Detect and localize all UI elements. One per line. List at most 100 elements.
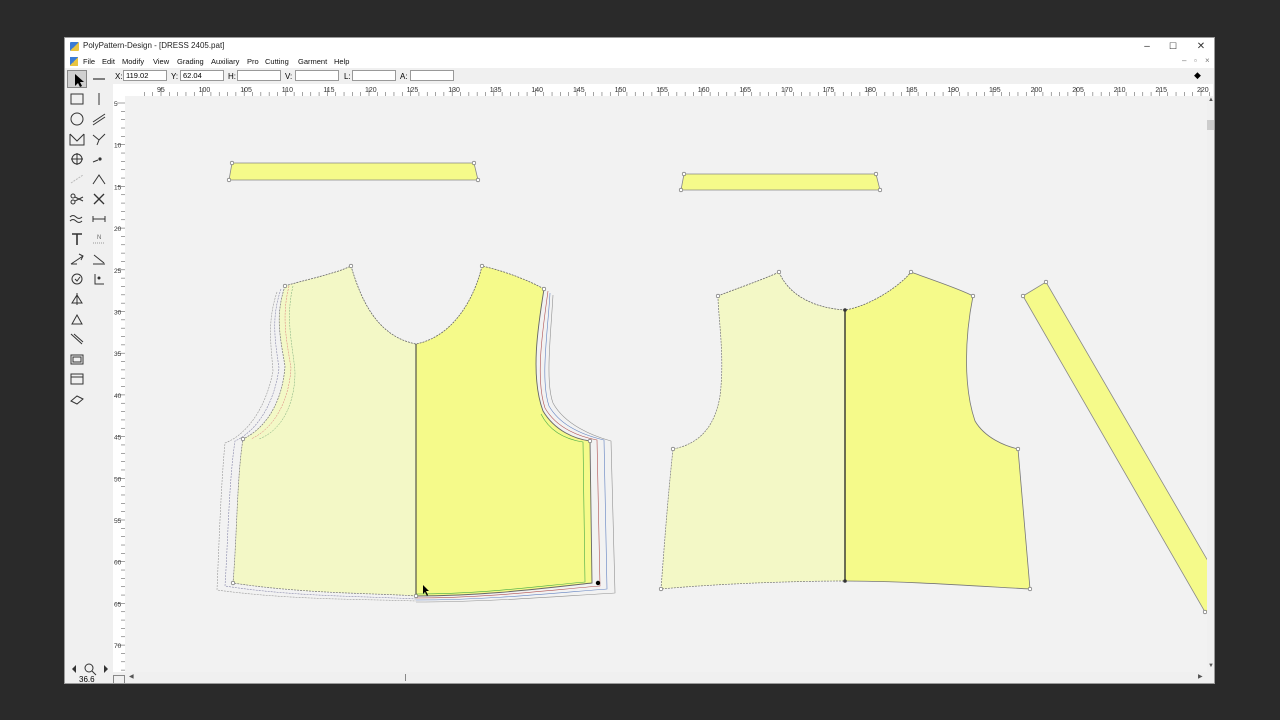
text-icon[interactable] (67, 230, 87, 248)
ruler-icon[interactable] (67, 350, 87, 368)
arrow-icon[interactable] (67, 70, 87, 88)
minimize-button[interactable]: – (1134, 39, 1160, 54)
menu-help[interactable]: Help (334, 57, 349, 66)
vertical-scrollbar[interactable]: ▲ ▼ (1207, 96, 1214, 672)
window-title: PolyPattern-Design - [DRESS 2405.pat] (83, 41, 225, 50)
align-icon[interactable] (89, 270, 109, 288)
scroll-right-icon[interactable]: ▶ (1198, 673, 1203, 680)
v-ruler-label: 70 (114, 643, 122, 650)
close-button[interactable]: ✕ (1188, 39, 1214, 54)
mdi-restore-icon[interactable]: ▫ (1194, 56, 1197, 65)
l-input[interactable] (352, 70, 396, 81)
menu-file[interactable]: File (83, 57, 95, 66)
dart-icon[interactable] (67, 130, 87, 148)
waistband-piece-right[interactable] (678, 171, 883, 193)
h-ruler-label: 165 (739, 87, 751, 94)
h-ruler-label: 145 (573, 87, 585, 94)
coordinate-bar: X: 119.02 Y: 62.04 H: V: L: A: ◆ (114, 69, 1214, 83)
corner-icon[interactable] (89, 170, 109, 188)
circle-icon[interactable] (67, 110, 87, 128)
menu-cutting[interactable]: Cutting (265, 57, 289, 66)
line-icon[interactable] (89, 70, 109, 88)
y-input[interactable]: 62.04 (180, 70, 224, 81)
v-input[interactable] (295, 70, 339, 81)
h-ruler-label: 195 (989, 87, 1001, 94)
menu-auxiliary[interactable]: Auxiliary (211, 57, 239, 66)
fold-icon[interactable] (67, 310, 87, 328)
layer-icon[interactable] (67, 390, 87, 408)
scissors-icon[interactable] (67, 190, 87, 208)
menu-modify[interactable]: Modify (122, 57, 144, 66)
h-ruler-label: 220 (1197, 87, 1209, 94)
point-icon[interactable] (67, 150, 87, 168)
mirror-icon[interactable] (67, 290, 87, 308)
h-ruler-label: 115 (323, 87, 334, 94)
x-input[interactable]: 119.02 (123, 70, 167, 81)
menu-edit[interactable]: Edit (102, 57, 115, 66)
piece-icon[interactable] (67, 370, 87, 388)
angle-icon[interactable] (89, 130, 109, 148)
scroll-thumb[interactable] (1207, 120, 1214, 130)
menu-grading[interactable]: Grading (177, 57, 204, 66)
menu-bar: File Edit Modify View Grading Auxiliary … (65, 55, 1214, 68)
h-ruler-label: 125 (407, 87, 419, 94)
bodice-graded-piece[interactable] (216, 263, 616, 603)
waistband-piece-left[interactable] (226, 160, 481, 183)
diamond-icon: ◆ (1194, 70, 1201, 80)
a-label: A: (400, 72, 408, 81)
h-ruler-label: 120 (365, 87, 377, 94)
vertical-line-icon[interactable] (89, 90, 109, 108)
scroll-up-icon[interactable]: ▲ (1208, 97, 1214, 103)
mdi-minimize-icon[interactable]: ‒ (1182, 56, 1186, 65)
v-ruler-label: 30 (114, 310, 122, 317)
drawing-canvas[interactable] (125, 96, 1214, 672)
grade-icon[interactable] (67, 250, 87, 268)
vertical-ruler: 5 10 15 20 25 30 35 40 45 50 55 60 65 70 (113, 96, 125, 672)
menu-pro[interactable]: Pro (247, 57, 259, 66)
toolbox: N (65, 69, 113, 683)
v-ruler-label: 50 (114, 476, 122, 483)
hscroll-thumb[interactable] (405, 674, 414, 681)
rectangle-icon[interactable] (67, 90, 87, 108)
h-ruler-label: 170 (781, 87, 793, 94)
wave-icon[interactable] (67, 210, 87, 228)
x-label: X: (115, 72, 123, 81)
a-input[interactable] (410, 70, 454, 81)
bodice-front-piece[interactable] (658, 269, 1033, 592)
maximize-button[interactable]: ☐ (1160, 39, 1186, 54)
dot-icon[interactable] (89, 150, 109, 168)
menu-garment[interactable]: Garment (298, 57, 327, 66)
v-ruler-label: 20 (114, 226, 122, 233)
pattern-drawing[interactable] (125, 96, 1214, 672)
rotate-icon[interactable] (67, 270, 87, 288)
menu-view[interactable]: View (153, 57, 169, 66)
measure-icon[interactable] (89, 210, 109, 228)
scroll-down-icon[interactable]: ▼ (1208, 663, 1214, 669)
h-ruler-label: 110 (282, 87, 293, 94)
app-window: PolyPattern-Design - [DRESS 2405.pat] – … (64, 37, 1215, 684)
app-icon (70, 42, 79, 51)
seam-allowance-icon[interactable] (67, 330, 87, 348)
h-ruler-label: 185 (906, 87, 918, 94)
dashed-line-icon[interactable] (67, 170, 87, 188)
parallel-icon[interactable] (89, 110, 109, 128)
scroll-left-icon[interactable]: ◀ (129, 673, 134, 680)
mdi-close-icon[interactable]: × (1205, 56, 1210, 65)
h-ruler-label: 130 (448, 87, 460, 94)
cross-icon[interactable] (89, 190, 109, 208)
h-ruler-label: 95 (157, 87, 165, 94)
horizontal-ruler: 95 100 105 110 115 120 125 130 135 140 145 150 155 16… (113, 84, 1213, 96)
zoom-level: 36.6 (79, 675, 95, 684)
bias-strip-piece[interactable] (1020, 279, 1214, 615)
v-ruler-label: 5 (114, 101, 118, 108)
h-input[interactable] (237, 70, 281, 81)
h-label: H: (228, 72, 236, 81)
v-ruler-label: 55 (114, 518, 122, 525)
measure-points-icon[interactable] (89, 250, 109, 268)
document-icon (70, 57, 78, 66)
h-ruler-label: 155 (656, 87, 668, 94)
horizontal-scrollbar[interactable]: ◀ ▶ (125, 672, 1207, 683)
notch-icon[interactable]: N (89, 230, 109, 248)
l-label: L: (344, 72, 351, 81)
v-ruler-label: 15 (114, 184, 122, 191)
